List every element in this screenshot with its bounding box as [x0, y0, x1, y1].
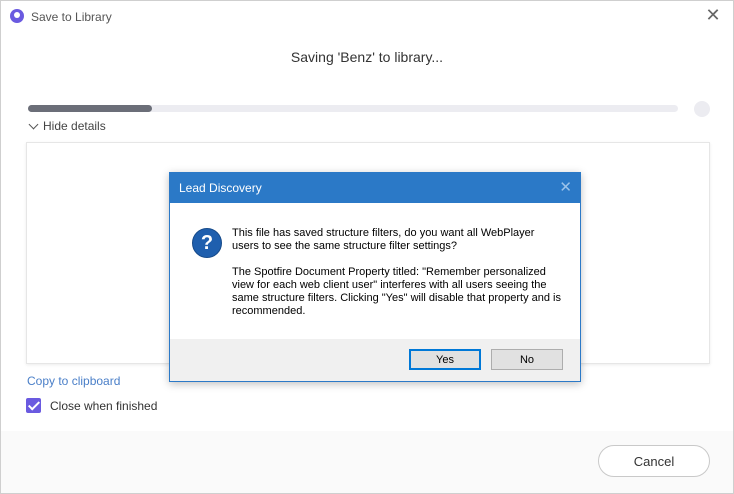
close-when-finished-checkbox[interactable] — [26, 398, 41, 413]
app-logo-icon — [10, 9, 24, 23]
title-bar: Save to Library ✕ — [1, 1, 733, 33]
lead-discovery-dialog: Lead Discovery ✕ ? This file has saved s… — [169, 172, 581, 382]
progress-bar-fill — [28, 105, 152, 112]
no-button[interactable]: No — [491, 349, 563, 370]
saving-status-text: Saving 'Benz' to library... — [290, 49, 444, 65]
close-when-finished-label: Close when finished — [50, 399, 158, 413]
dialog-close-icon[interactable]: ✕ — [559, 178, 572, 196]
question-icon: ? — [192, 228, 222, 258]
hide-details-label: Hide details — [43, 119, 106, 133]
dialog-message-1: This file has saved structure filters, d… — [232, 227, 535, 252]
dialog-message-2: The Spotfire Document Property titled: "… — [232, 266, 561, 317]
chevron-down-icon — [28, 119, 39, 129]
copy-to-clipboard-link[interactable]: Copy to clipboard — [27, 374, 120, 388]
dialog-title-bar: Lead Discovery ✕ — [170, 173, 580, 203]
cancel-button[interactable]: Cancel — [598, 445, 710, 477]
close-icon[interactable]: ✕ — [703, 5, 723, 25]
hide-details-toggle[interactable]: Hide details — [28, 118, 106, 134]
window-title: Save to Library — [31, 10, 112, 24]
dialog-title: Lead Discovery — [179, 181, 262, 195]
yes-button[interactable]: Yes — [409, 349, 481, 370]
progress-spinner — [694, 101, 710, 117]
progress-bar — [28, 105, 678, 112]
dialog-button-bar: Yes No — [170, 339, 580, 381]
